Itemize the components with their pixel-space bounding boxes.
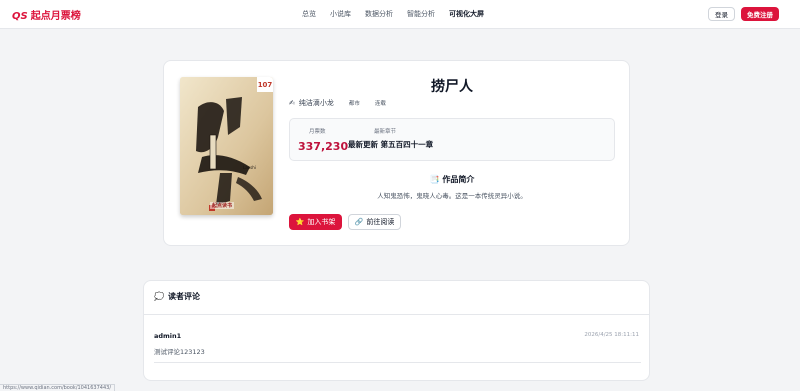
comment-user: admin1 xyxy=(154,332,182,340)
status-tag: 连载 xyxy=(374,101,386,107)
book-cover: Laoshi 107 起点读书 xyxy=(180,77,273,215)
nav-visual-dashboard[interactable]: 可视化大屏 xyxy=(449,9,484,19)
top-navbar: QS 起点月票榜 总览 小说库 数据分析 智能分析 可视化大屏 登录 免费注册 xyxy=(0,0,800,29)
add-to-shelf-button[interactable]: ⭐ 加入书架 xyxy=(289,214,342,230)
link-icon: 🔗 xyxy=(354,218,364,226)
comments-title: 读者评论 xyxy=(167,292,200,301)
nav-smart-analysis[interactable]: 智能分析 xyxy=(407,9,435,19)
nav-data-analysis[interactable]: 数据分析 xyxy=(365,9,393,19)
intro-text: 人知鬼恐怖，鬼晓人心毒。这是一本传统灵异小说。 xyxy=(377,192,527,200)
go-read-button[interactable]: 🔗 前往阅读 xyxy=(348,214,401,230)
author-name[interactable]: 纯洁滴小龙 xyxy=(299,98,334,108)
main-nav: 总览 小说库 数据分析 智能分析 可视化大屏 xyxy=(302,9,484,19)
status-bar-url: https://www.qidian.com/book/1041637443/ xyxy=(0,384,116,391)
svg-text:Laoshi: Laoshi xyxy=(243,165,256,170)
votes-label: 月票数 xyxy=(309,129,326,135)
divider xyxy=(144,314,649,315)
nav-novel-library[interactable]: 小说库 xyxy=(330,9,351,19)
votes-value: 337,230 xyxy=(298,140,349,153)
comment-time: 2026/4/25 18:11:11 xyxy=(584,332,639,338)
logo-text: 起点月票榜 xyxy=(30,11,81,22)
nav-overview[interactable]: 总览 xyxy=(302,9,316,19)
intro-heading-text: 作品简介 xyxy=(442,175,475,184)
site-logo[interactable]: QS 起点月票榜 xyxy=(12,7,81,22)
go-read-label: 前往阅读 xyxy=(366,218,395,226)
add-to-shelf-label: 加入书架 xyxy=(307,218,336,226)
cover-artwork: Laoshi xyxy=(180,77,273,215)
comment-bubble-icon: 💭 xyxy=(154,292,164,301)
writing-hand-icon: ✍ xyxy=(289,99,295,107)
comments-heading: 💭 读者评论 xyxy=(154,291,200,302)
genre-tag: 都市 xyxy=(348,101,360,107)
register-button[interactable]: 免费注册 xyxy=(741,7,779,21)
book-icon: 📑 xyxy=(429,175,440,184)
book-detail-card: Laoshi 107 起点读书 捞尸人 ✍ 纯洁滴小龙 都市 连载 月票数 33… xyxy=(163,60,630,246)
book-stats-panel: 月票数 337,230 最新章节 最新更新 第五百四十一章 xyxy=(289,118,615,161)
comments-card: 💭 读者评论 admin1 2026/4/25 18:11:11 测试评论123… xyxy=(143,280,650,381)
comment-divider xyxy=(154,362,641,363)
latest-chapter-value: 最新更新 第五百四十一章 xyxy=(348,140,434,149)
author-row: ✍ 纯洁滴小龙 都市 连载 xyxy=(289,98,386,108)
cover-brand: 起点读书 xyxy=(210,202,235,209)
logo-mark: QS xyxy=(12,11,28,22)
login-button[interactable]: 登录 xyxy=(708,7,735,21)
cover-rank-badge: 107 xyxy=(257,77,273,92)
book-title: 捞尸人 xyxy=(431,79,473,95)
comment-text: 测试评论123123 xyxy=(154,348,205,356)
intro-heading: 📑 作品简介 xyxy=(289,174,615,185)
latest-chapter-label: 最新章节 xyxy=(374,129,397,135)
star-icon: ⭐ xyxy=(295,218,305,226)
